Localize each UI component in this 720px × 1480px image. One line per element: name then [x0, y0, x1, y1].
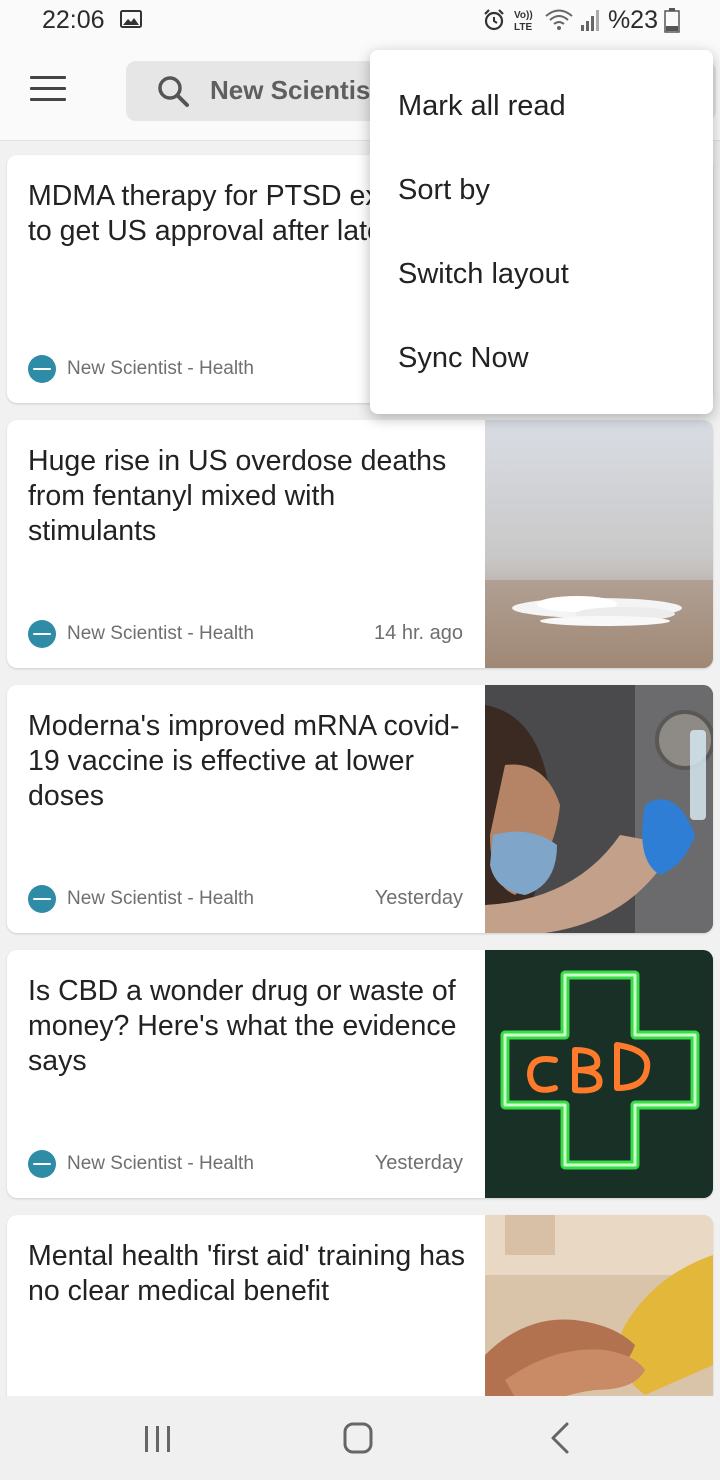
article-source: New Scientist - Health [28, 355, 254, 383]
article-time: 14 hr. ago [374, 622, 463, 644]
article-source: New Scientist - Health [28, 885, 254, 913]
alarm-icon [484, 9, 504, 31]
source-name: New Scientist - Health [67, 888, 254, 909]
source-logo-icon [28, 885, 56, 913]
source-logo-icon [28, 355, 56, 383]
article-title: Is CBD a wonder drug or waste of money? … [28, 975, 457, 1077]
home-icon[interactable] [328, 1414, 388, 1462]
menu-item-mark-all-read[interactable]: Mark all read [398, 90, 566, 123]
article-source: New Scientist - Health [28, 1150, 254, 1178]
article-thumbnail[interactable] [485, 420, 713, 668]
article-thumbnail[interactable] [485, 685, 713, 933]
source-name: New Scientist - Health [67, 358, 254, 379]
battery-percent: %23 [607, 5, 658, 34]
article-time: Yesterday [374, 887, 463, 909]
menu-item-sync-now[interactable]: Sync Now [398, 342, 529, 375]
article-time: Yesterday [374, 1152, 463, 1174]
article-thumbnail[interactable] [485, 950, 713, 1198]
system-nav-bar [0, 1396, 720, 1480]
article-card[interactable]: Is CBD a wonder drug or waste of money? … [7, 950, 713, 1198]
hamburger-menu-icon[interactable] [30, 76, 66, 106]
article-card[interactable]: Huge rise in US overdose deaths from fen… [7, 420, 713, 668]
menu-item-switch-layout[interactable]: Switch layout [398, 258, 569, 291]
article-card[interactable]: Moderna's improved mRNA covid-19 vaccine… [7, 685, 713, 933]
status-time: 22:06 [42, 6, 105, 34]
status-icons: Vo)) LTE %23 [482, 6, 680, 34]
status-bar: 22:06 Vo)) LTE %23 [0, 0, 720, 42]
volte-icon: Vo)) LTE [514, 10, 533, 33]
recent-apps-icon[interactable] [128, 1414, 188, 1462]
menu-item-sort-by[interactable]: Sort by [398, 174, 490, 207]
svg-text:LTE: LTE [514, 22, 532, 33]
wifi-icon [545, 9, 573, 30]
image-icon [120, 10, 142, 28]
source-logo-icon [28, 1150, 56, 1178]
back-icon[interactable] [530, 1414, 590, 1462]
battery-icon [664, 8, 680, 33]
overflow-menu: Mark all read Sort by Switch layout Sync… [370, 50, 713, 414]
svg-text:Vo)): Vo)) [514, 10, 533, 21]
signal-icon [580, 10, 599, 31]
source-name: New Scientist - Health [67, 1153, 254, 1174]
article-source: New Scientist - Health [28, 620, 254, 648]
source-name: New Scientist - Health [67, 623, 254, 644]
vaccine-image [485, 685, 713, 933]
article-title: Huge rise in US overdose deaths from fen… [28, 445, 447, 547]
article-title: Moderna's improved mRNA covid-19 vaccine… [28, 710, 460, 812]
powder-image [485, 420, 713, 668]
article-title: Mental health 'first aid' training has n… [28, 1240, 466, 1307]
search-icon [158, 76, 189, 107]
cbd-neon-image [485, 950, 713, 1198]
source-logo-icon [28, 620, 56, 648]
